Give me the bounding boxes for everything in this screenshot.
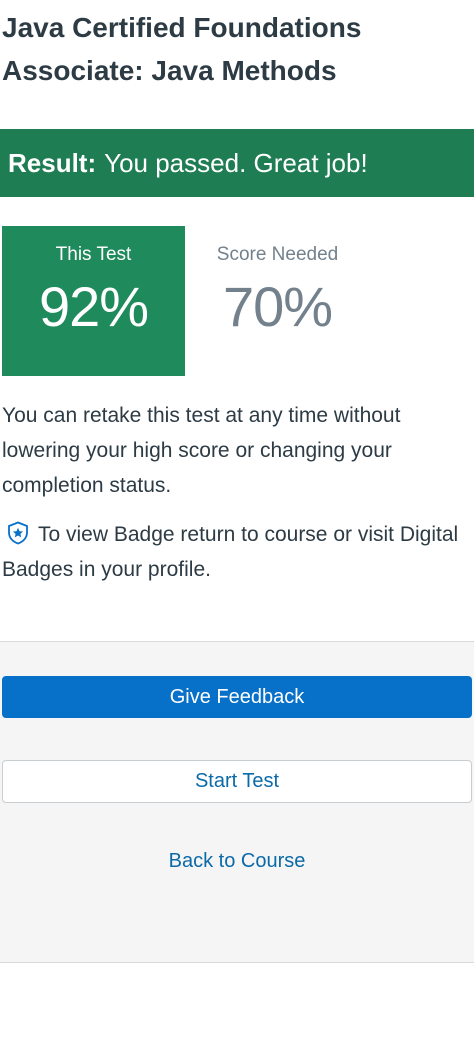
score-needed-box: Score Needed 70% (186, 226, 369, 376)
result-label: Result: (8, 147, 97, 178)
badge-star-icon (6, 521, 30, 545)
test-result-page: Java Certified Foundations Associate: Ja… (0, 0, 474, 1053)
page-title-line-2: Associate: Java Methods (2, 55, 337, 86)
badge-info: To view Badge return to course or visit … (2, 517, 468, 587)
back-to-course-link[interactable]: Back to Course (0, 850, 474, 873)
give-feedback-button[interactable]: Give Feedback (2, 676, 472, 718)
page-title-line-1: Java Certified Foundations (2, 12, 362, 43)
this-test-score: 92% (38, 275, 149, 338)
result-message: You passed. Great job! (104, 147, 368, 178)
result-banner: Result: You passed. Great job! (0, 129, 474, 197)
start-test-button[interactable]: Start Test (2, 760, 472, 803)
this-test-label: This Test (55, 244, 132, 265)
retake-info-text: You can retake this test at any time wit… (2, 404, 401, 497)
page-title: Java Certified Foundations Associate: Ja… (2, 6, 472, 92)
score-needed-value: 70% (222, 275, 333, 338)
this-test-score-box: This Test 92% (2, 226, 185, 376)
score-needed-label: Score Needed (216, 244, 339, 265)
badge-info-text: To view Badge return to course or visit … (2, 523, 459, 581)
